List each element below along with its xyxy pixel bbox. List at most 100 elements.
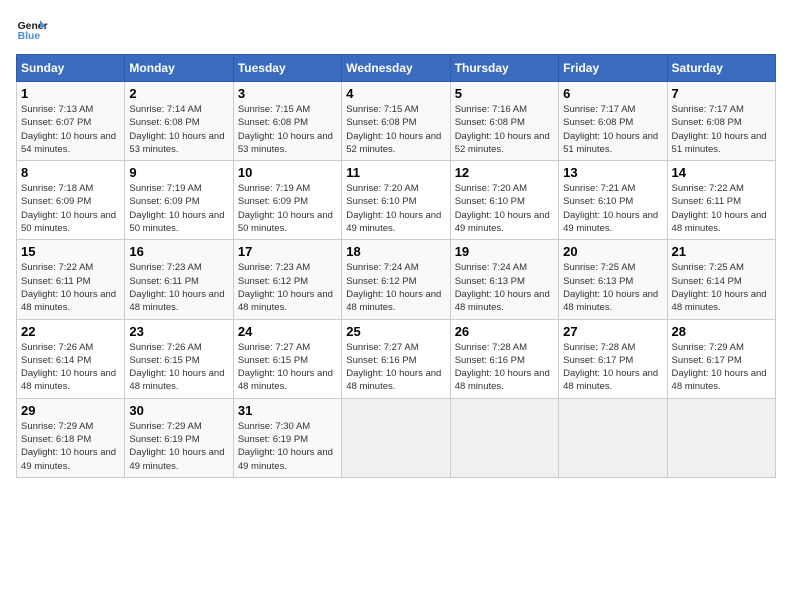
- calendar-cell: 20 Sunrise: 7:25 AMSunset: 6:13 PMDayligh…: [559, 240, 667, 319]
- day-number: 26: [455, 324, 554, 339]
- day-info: Sunrise: 7:16 AMSunset: 6:08 PMDaylight:…: [455, 103, 554, 156]
- day-info: Sunrise: 7:29 AMSunset: 6:18 PMDaylight:…: [21, 420, 120, 473]
- calendar-cell: [450, 398, 558, 477]
- calendar-cell: 9 Sunrise: 7:19 AMSunset: 6:09 PMDaylight…: [125, 161, 233, 240]
- calendar-cell: 29 Sunrise: 7:29 AMSunset: 6:18 PMDayligh…: [17, 398, 125, 477]
- day-number: 1: [21, 86, 120, 101]
- calendar-cell: 6 Sunrise: 7:17 AMSunset: 6:08 PMDaylight…: [559, 82, 667, 161]
- day-info: Sunrise: 7:23 AMSunset: 6:12 PMDaylight:…: [238, 261, 337, 314]
- day-info: Sunrise: 7:19 AMSunset: 6:09 PMDaylight:…: [238, 182, 337, 235]
- day-info: Sunrise: 7:28 AMSunset: 6:16 PMDaylight:…: [455, 341, 554, 394]
- calendar-header-row: SundayMondayTuesdayWednesdayThursdayFrid…: [17, 55, 776, 82]
- calendar-cell: [667, 398, 775, 477]
- page-header: General Blue: [16, 16, 776, 44]
- calendar-cell: 14 Sunrise: 7:22 AMSunset: 6:11 PMDayligh…: [667, 161, 775, 240]
- calendar-week-5: 29 Sunrise: 7:29 AMSunset: 6:18 PMDayligh…: [17, 398, 776, 477]
- day-number: 23: [129, 324, 228, 339]
- day-number: 11: [346, 165, 445, 180]
- day-number: 17: [238, 244, 337, 259]
- day-info: Sunrise: 7:30 AMSunset: 6:19 PMDaylight:…: [238, 420, 337, 473]
- calendar-cell: 7 Sunrise: 7:17 AMSunset: 6:08 PMDaylight…: [667, 82, 775, 161]
- calendar-cell: 28 Sunrise: 7:29 AMSunset: 6:17 PMDayligh…: [667, 319, 775, 398]
- day-info: Sunrise: 7:24 AMSunset: 6:13 PMDaylight:…: [455, 261, 554, 314]
- day-number: 30: [129, 403, 228, 418]
- day-info: Sunrise: 7:24 AMSunset: 6:12 PMDaylight:…: [346, 261, 445, 314]
- calendar-cell: 10 Sunrise: 7:19 AMSunset: 6:09 PMDayligh…: [233, 161, 341, 240]
- day-info: Sunrise: 7:17 AMSunset: 6:08 PMDaylight:…: [563, 103, 662, 156]
- day-info: Sunrise: 7:26 AMSunset: 6:14 PMDaylight:…: [21, 341, 120, 394]
- day-number: 21: [672, 244, 771, 259]
- calendar-cell: 13 Sunrise: 7:21 AMSunset: 6:10 PMDayligh…: [559, 161, 667, 240]
- calendar-cell: 26 Sunrise: 7:28 AMSunset: 6:16 PMDayligh…: [450, 319, 558, 398]
- calendar-cell: 12 Sunrise: 7:20 AMSunset: 6:10 PMDayligh…: [450, 161, 558, 240]
- day-info: Sunrise: 7:19 AMSunset: 6:09 PMDaylight:…: [129, 182, 228, 235]
- day-info: Sunrise: 7:20 AMSunset: 6:10 PMDaylight:…: [346, 182, 445, 235]
- day-info: Sunrise: 7:20 AMSunset: 6:10 PMDaylight:…: [455, 182, 554, 235]
- day-info: Sunrise: 7:22 AMSunset: 6:11 PMDaylight:…: [672, 182, 771, 235]
- calendar-week-3: 15 Sunrise: 7:22 AMSunset: 6:11 PMDayligh…: [17, 240, 776, 319]
- day-number: 7: [672, 86, 771, 101]
- day-info: Sunrise: 7:25 AMSunset: 6:14 PMDaylight:…: [672, 261, 771, 314]
- calendar-cell: 3 Sunrise: 7:15 AMSunset: 6:08 PMDaylight…: [233, 82, 341, 161]
- day-number: 2: [129, 86, 228, 101]
- calendar-cell: 16 Sunrise: 7:23 AMSunset: 6:11 PMDayligh…: [125, 240, 233, 319]
- calendar-week-4: 22Sunrise: 7:26 AMSunset: 6:14 PMDayligh…: [17, 319, 776, 398]
- calendar-cell: 24Sunrise: 7:27 AMSunset: 6:15 PMDayligh…: [233, 319, 341, 398]
- weekday-header-friday: Friday: [559, 55, 667, 82]
- day-number: 18: [346, 244, 445, 259]
- calendar-cell: 1 Sunrise: 7:13 AMSunset: 6:07 PMDaylight…: [17, 82, 125, 161]
- logo: General Blue: [16, 16, 50, 44]
- day-info: Sunrise: 7:25 AMSunset: 6:13 PMDaylight:…: [563, 261, 662, 314]
- calendar-cell: 17 Sunrise: 7:23 AMSunset: 6:12 PMDayligh…: [233, 240, 341, 319]
- day-number: 6: [563, 86, 662, 101]
- day-info: Sunrise: 7:21 AMSunset: 6:10 PMDaylight:…: [563, 182, 662, 235]
- day-info: Sunrise: 7:23 AMSunset: 6:11 PMDaylight:…: [129, 261, 228, 314]
- day-number: 9: [129, 165, 228, 180]
- calendar-body: 1 Sunrise: 7:13 AMSunset: 6:07 PMDaylight…: [17, 82, 776, 478]
- day-info: Sunrise: 7:28 AMSunset: 6:17 PMDaylight:…: [563, 341, 662, 394]
- day-number: 16: [129, 244, 228, 259]
- calendar-cell: 18 Sunrise: 7:24 AMSunset: 6:12 PMDayligh…: [342, 240, 450, 319]
- day-number: 3: [238, 86, 337, 101]
- day-number: 19: [455, 244, 554, 259]
- day-info: Sunrise: 7:29 AMSunset: 6:19 PMDaylight:…: [129, 420, 228, 473]
- logo-icon: General Blue: [16, 16, 48, 44]
- day-info: Sunrise: 7:29 AMSunset: 6:17 PMDaylight:…: [672, 341, 771, 394]
- weekday-header-saturday: Saturday: [667, 55, 775, 82]
- weekday-header-monday: Monday: [125, 55, 233, 82]
- weekday-header-thursday: Thursday: [450, 55, 558, 82]
- calendar-cell: 19 Sunrise: 7:24 AMSunset: 6:13 PMDayligh…: [450, 240, 558, 319]
- day-number: 28: [672, 324, 771, 339]
- day-number: 5: [455, 86, 554, 101]
- day-info: Sunrise: 7:14 AMSunset: 6:08 PMDaylight:…: [129, 103, 228, 156]
- day-number: 8: [21, 165, 120, 180]
- day-info: Sunrise: 7:15 AMSunset: 6:08 PMDaylight:…: [238, 103, 337, 156]
- day-number: 25: [346, 324, 445, 339]
- day-number: 4: [346, 86, 445, 101]
- day-info: Sunrise: 7:18 AMSunset: 6:09 PMDaylight:…: [21, 182, 120, 235]
- day-number: 29: [21, 403, 120, 418]
- calendar-cell: 8 Sunrise: 7:18 AMSunset: 6:09 PMDaylight…: [17, 161, 125, 240]
- day-number: 10: [238, 165, 337, 180]
- calendar-table: SundayMondayTuesdayWednesdayThursdayFrid…: [16, 54, 776, 478]
- day-info: Sunrise: 7:22 AMSunset: 6:11 PMDaylight:…: [21, 261, 120, 314]
- day-number: 20: [563, 244, 662, 259]
- calendar-cell: 27Sunrise: 7:28 AMSunset: 6:17 PMDayligh…: [559, 319, 667, 398]
- day-number: 15: [21, 244, 120, 259]
- day-info: Sunrise: 7:13 AMSunset: 6:07 PMDaylight:…: [21, 103, 120, 156]
- day-info: Sunrise: 7:15 AMSunset: 6:08 PMDaylight:…: [346, 103, 445, 156]
- day-info: Sunrise: 7:17 AMSunset: 6:08 PMDaylight:…: [672, 103, 771, 156]
- day-number: 31: [238, 403, 337, 418]
- calendar-cell: 5 Sunrise: 7:16 AMSunset: 6:08 PMDaylight…: [450, 82, 558, 161]
- day-number: 14: [672, 165, 771, 180]
- calendar-cell: 11 Sunrise: 7:20 AMSunset: 6:10 PMDayligh…: [342, 161, 450, 240]
- calendar-cell: 23Sunrise: 7:26 AMSunset: 6:15 PMDayligh…: [125, 319, 233, 398]
- day-number: 13: [563, 165, 662, 180]
- calendar-cell: 22Sunrise: 7:26 AMSunset: 6:14 PMDayligh…: [17, 319, 125, 398]
- day-info: Sunrise: 7:27 AMSunset: 6:16 PMDaylight:…: [346, 341, 445, 394]
- day-info: Sunrise: 7:27 AMSunset: 6:15 PMDaylight:…: [238, 341, 337, 394]
- calendar-cell: 31 Sunrise: 7:30 AMSunset: 6:19 PMDayligh…: [233, 398, 341, 477]
- calendar-cell: [559, 398, 667, 477]
- day-number: 12: [455, 165, 554, 180]
- calendar-cell: 25 Sunrise: 7:27 AMSunset: 6:16 PMDayligh…: [342, 319, 450, 398]
